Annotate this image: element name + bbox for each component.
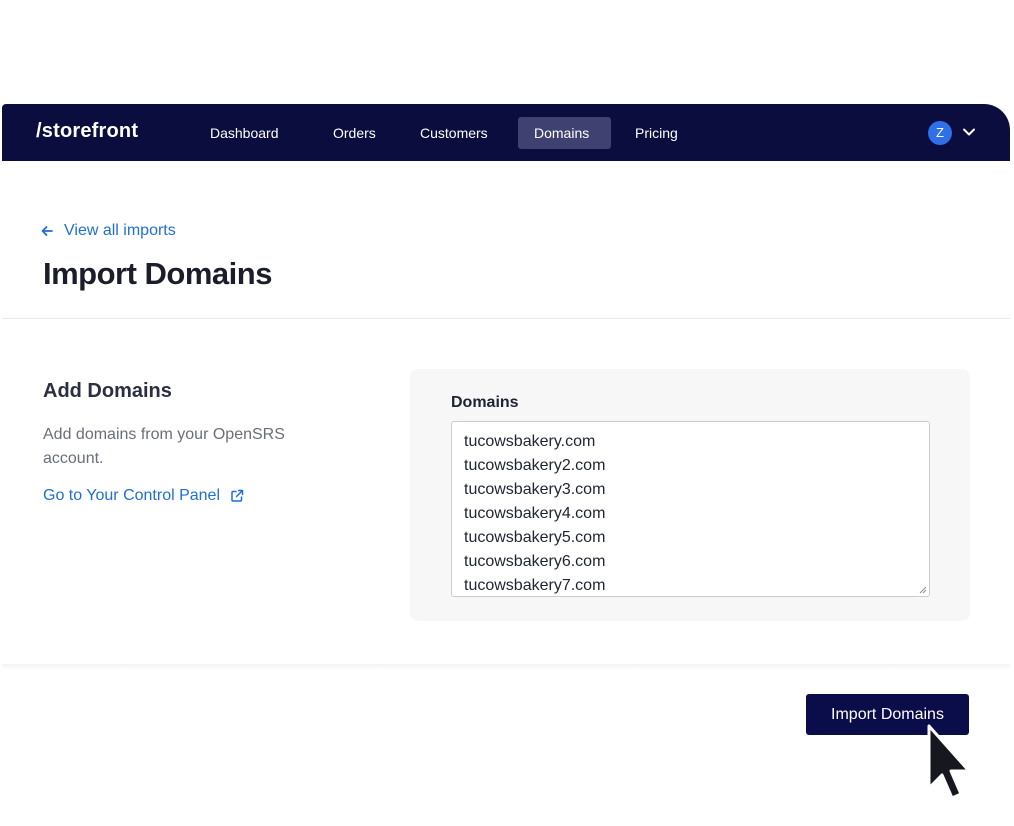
chevron-down-icon[interactable] <box>961 124 977 140</box>
page-title: Import Domains <box>43 256 272 291</box>
view-all-imports-link[interactable]: View all imports <box>40 220 176 242</box>
mouse-pointer-icon <box>927 724 971 800</box>
domains-textarea[interactable]: tucowsbakery.com tucowsbakery2.com tucow… <box>451 421 930 597</box>
back-link-label: View all imports <box>64 222 176 239</box>
domains-field-label: Domains <box>451 394 519 411</box>
user-avatar[interactable]: Z <box>928 121 952 145</box>
section-description: Add domains from your OpenSRS account. <box>43 426 285 467</box>
control-panel-link[interactable]: Go to Your Control Panel <box>43 487 244 505</box>
domains-form-panel: Domains tucowsbakery.com tucowsbakery2.c… <box>410 369 970 621</box>
domain-line: tucowsbakery3.com <box>464 481 606 498</box>
control-panel-link-label: Go to Your Control Panel <box>43 487 221 504</box>
domain-line: tucowsbakery2.com <box>464 457 606 474</box>
section-title: Add Domains <box>43 380 172 402</box>
storefront-logo[interactable]: /storefront <box>36 120 138 143</box>
domain-line: tucowsbakery5.com <box>464 529 606 546</box>
app-frame: /storefront Dashboard Orders Customers D… <box>0 0 1014 826</box>
external-link-icon <box>231 489 244 502</box>
top-navbar: /storefront Dashboard Orders Customers D… <box>2 104 1010 161</box>
nav-item-customers[interactable]: Customers <box>404 117 504 149</box>
resize-handle-icon[interactable] <box>919 586 927 594</box>
domain-line: tucowsbakery6.com <box>464 553 606 570</box>
domain-line: tucowsbakery4.com <box>464 505 606 522</box>
header-divider <box>2 318 1010 319</box>
domain-line: tucowsbakery.com <box>464 433 596 450</box>
domain-line: tucowsbakery7.com <box>464 577 606 594</box>
arrow-left-icon <box>41 226 53 236</box>
nav-item-dashboard[interactable]: Dashboard <box>194 117 295 149</box>
nav-item-domains[interactable]: Domains <box>518 117 611 149</box>
nav-item-pricing[interactable]: Pricing <box>619 117 694 149</box>
footer-divider <box>2 664 1010 670</box>
nav-item-orders[interactable]: Orders <box>317 117 392 149</box>
